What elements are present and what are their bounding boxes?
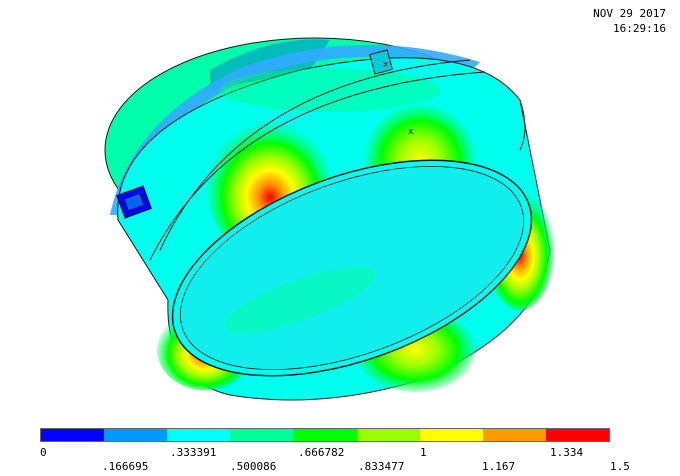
legend-swatch <box>356 429 420 441</box>
legend-labels: 0 .333391 .666782 1 1.334 .166695 .50008… <box>40 446 640 474</box>
legend-swatch <box>293 429 357 441</box>
legend-swatch <box>545 429 609 441</box>
legend-bar <box>40 428 610 442</box>
legend-swatch <box>41 429 105 441</box>
legend-label: 1.167 <box>482 460 516 473</box>
legend-swatch <box>167 429 231 441</box>
legend-swatch <box>230 429 294 441</box>
legend-label: .833477 <box>358 460 405 473</box>
legend-swatch <box>419 429 483 441</box>
contour-legend <box>40 428 610 444</box>
legend-swatch <box>104 429 168 441</box>
legend-label: .666782 <box>298 446 345 459</box>
legend-label: 0 <box>40 446 47 459</box>
node-marker-shell: x <box>408 127 414 137</box>
legend-swatch <box>482 429 546 441</box>
graphics-viewport[interactable]: x x <box>0 0 680 420</box>
legend-label: .333391 <box>170 446 217 459</box>
node-marker-top: x <box>383 60 389 70</box>
legend-label: 1 <box>420 446 427 459</box>
band-top-green <box>220 68 440 112</box>
legend-label: 1.334 <box>550 446 584 459</box>
legend-label: .500086 <box>230 460 277 473</box>
legend-label: 1.5 <box>610 460 630 473</box>
contour-plot: x x <box>104 37 554 401</box>
legend-label: .166695 <box>102 460 149 473</box>
